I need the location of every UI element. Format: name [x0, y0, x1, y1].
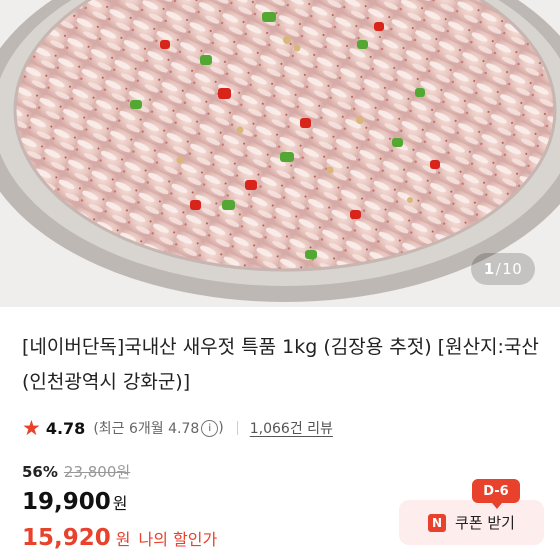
original-price: 23,800원: [63, 463, 131, 481]
price-row: 19,900 원: [22, 489, 128, 515]
product-title: [네이버단독]국내산 새우젓 특품 1kg (김장용 추젓) [원산지:국산(인…: [22, 336, 539, 393]
naver-coupon-icon: N: [428, 513, 447, 532]
dday-badge: D-6: [472, 479, 520, 509]
product-image-gallery[interactable]: 1 / 10: [0, 0, 560, 307]
my-price: 15,920: [22, 525, 111, 551]
rating-recent-close: ): [218, 420, 224, 436]
my-price-label: 나의 할인가: [138, 530, 218, 549]
coupon-label: 쿠폰 받기: [455, 514, 515, 532]
image-counter-total: 10: [502, 260, 523, 278]
sale-price-unit: 원: [112, 494, 128, 513]
discount-row: 56% 23,800원: [22, 461, 130, 482]
discount-rate: 56%: [22, 462, 58, 481]
rating-recent: (최근 6개월 4.78: [93, 421, 200, 437]
get-coupon-button[interactable]: N 쿠폰 받기: [399, 500, 544, 545]
rating-row: ★ 4.78 (최근 6개월 4.78 i ) 1,066건 리뷰: [22, 417, 333, 439]
image-counter-current: 1: [483, 260, 495, 278]
info-icon[interactable]: i: [201, 419, 219, 437]
divider: [236, 421, 238, 435]
product-info: [네이버단독]국내산 새우젓 특품 1kg (김장용 추젓) [원산지:국산(인…: [0, 307, 560, 560]
image-counter-separator: /: [495, 260, 502, 278]
my-price-unit: 원: [115, 530, 131, 549]
star-icon: ★: [22, 416, 41, 440]
my-price-row: 15,920 원 나의 할인가: [22, 525, 217, 551]
sale-price: 19,900: [22, 489, 111, 515]
rating-score: 4.78: [45, 418, 86, 438]
image-counter: 1 / 10: [471, 253, 535, 285]
reviews-link[interactable]: 1,066건 리뷰: [250, 418, 333, 438]
